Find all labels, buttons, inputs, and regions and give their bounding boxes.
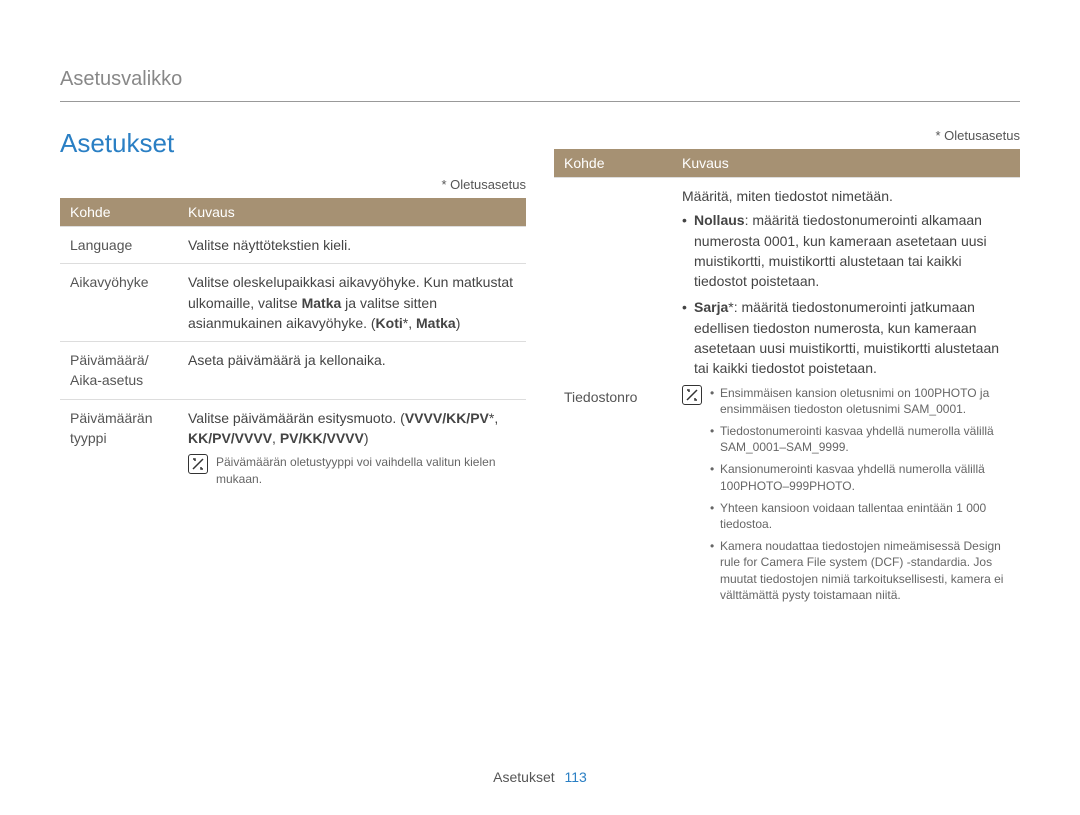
list-item: Yhteen kansioon voidaan tallentaa enintä…	[710, 500, 1010, 532]
bold-text: Koti	[376, 315, 403, 331]
settings-table-right: Kohde Kuvaus Tiedostonro Määritä, miten …	[554, 149, 1020, 617]
text: Valitse päivämäärän esitysmuoto. (	[188, 410, 405, 426]
note-list: Ensimmäisen kansion oletusnimi on 100PHO…	[710, 385, 1010, 609]
row-desc-timezone: Valitse oleskelupaikkasi aikavyöhyke. Ku…	[178, 264, 526, 342]
row-desc-datetime: Aseta päivämäärä ja kellonaika.	[178, 342, 526, 400]
left-column: Asetukset * Oletusasetus Kohde Kuvaus La…	[60, 128, 526, 617]
text: )	[364, 430, 369, 446]
text: ,	[408, 315, 416, 331]
row-desc-datetype: Valitse päivämäärän esitysmuoto. (VVVV/K…	[178, 399, 526, 494]
table-header-row: Kohde Kuvaus	[554, 149, 1020, 178]
note-icon	[682, 385, 702, 405]
text: ,	[272, 430, 280, 446]
default-note-right: * Oletusasetus	[554, 128, 1020, 143]
bold-text: PV/KK/VVVV	[280, 430, 364, 446]
bold-text: Nollaus	[694, 212, 745, 228]
note-icon	[188, 454, 208, 474]
footer-page-number: 113	[565, 769, 587, 785]
divider	[60, 101, 1020, 102]
row-label-language: Language	[60, 227, 178, 264]
note-text: Päivämäärän oletustyyppi voi vaihdella v…	[216, 454, 516, 486]
row-label-timezone: Aikavyöhyke	[60, 264, 178, 342]
note-box: Ensimmäisen kansion oletusnimi on 100PHO…	[682, 385, 1010, 609]
note-box: Päivämäärän oletustyyppi voi vaihdella v…	[188, 454, 516, 486]
text: ,	[494, 410, 498, 426]
row-label-datetime: Päivämäärä/ Aika-asetus	[60, 342, 178, 400]
bold-text: Matka	[302, 295, 342, 311]
table-header-row: Kohde Kuvaus	[60, 198, 526, 227]
settings-table-left: Kohde Kuvaus Language Valitse näyttöteks…	[60, 198, 526, 495]
list-item: Kansionumerointi kasvaa yhdellä numeroll…	[710, 461, 1010, 493]
page-title: Asetukset	[60, 128, 526, 159]
row-label-datetype: Päivämäärän tyyppi	[60, 399, 178, 494]
row-desc-language: Valitse näyttötekstien kieli.	[178, 227, 526, 264]
bold-text: Sarja	[694, 299, 728, 315]
col-kuvaus: Kuvaus	[672, 149, 1020, 178]
list-item: Ensimmäisen kansion oletusnimi on 100PHO…	[710, 385, 1010, 417]
text: )	[456, 315, 461, 331]
list-item: Nollaus: määritä tiedostonumerointi alka…	[682, 210, 1010, 291]
footer-section: Asetukset	[493, 769, 554, 785]
breadcrumb: Asetusvalikko	[60, 68, 1020, 91]
bold-text: Matka	[416, 315, 456, 331]
table-row: Päivämäärän tyyppi Valitse päivämäärän e…	[60, 399, 526, 494]
col-kuvaus: Kuvaus	[178, 198, 526, 227]
text: : määritä tiedostonumerointi jatkumaan e…	[694, 299, 999, 376]
bold-text: VVVV/KK/PV	[405, 410, 489, 426]
table-row: Language Valitse näyttötekstien kieli.	[60, 227, 526, 264]
option-list: Nollaus: määritä tiedostonumerointi alka…	[682, 210, 1010, 378]
row-label-fileno: Tiedostonro	[554, 178, 672, 617]
page: Asetusvalikko Asetukset * Oletusasetus K…	[0, 0, 1080, 815]
page-footer: Asetukset 113	[0, 769, 1080, 785]
col-kohde: Kohde	[554, 149, 672, 178]
list-item: Tiedostonumerointi kasvaa yhdellä numero…	[710, 423, 1010, 455]
row-desc-fileno: Määritä, miten tiedostot nimetään. Nolla…	[672, 178, 1020, 617]
col-kohde: Kohde	[60, 198, 178, 227]
table-row: Päivämäärä/ Aika-asetus Aseta päivämäärä…	[60, 342, 526, 400]
table-row: Aikavyöhyke Valitse oleskelupaikkasi aik…	[60, 264, 526, 342]
bold-text: KK/PV/VVVV	[188, 430, 272, 446]
list-item: Kamera noudattaa tiedostojen nimeämisess…	[710, 538, 1010, 603]
right-column: * Oletusasetus Kohde Kuvaus Tiedostonro …	[554, 128, 1020, 617]
lead-text: Määritä, miten tiedostot nimetään.	[682, 186, 1010, 206]
list-item: Sarja*: määritä tiedostonumerointi jatku…	[682, 297, 1010, 378]
default-note-left: * Oletusasetus	[60, 177, 526, 192]
content-columns: Asetukset * Oletusasetus Kohde Kuvaus La…	[60, 128, 1020, 617]
table-row: Tiedostonro Määritä, miten tiedostot nim…	[554, 178, 1020, 617]
